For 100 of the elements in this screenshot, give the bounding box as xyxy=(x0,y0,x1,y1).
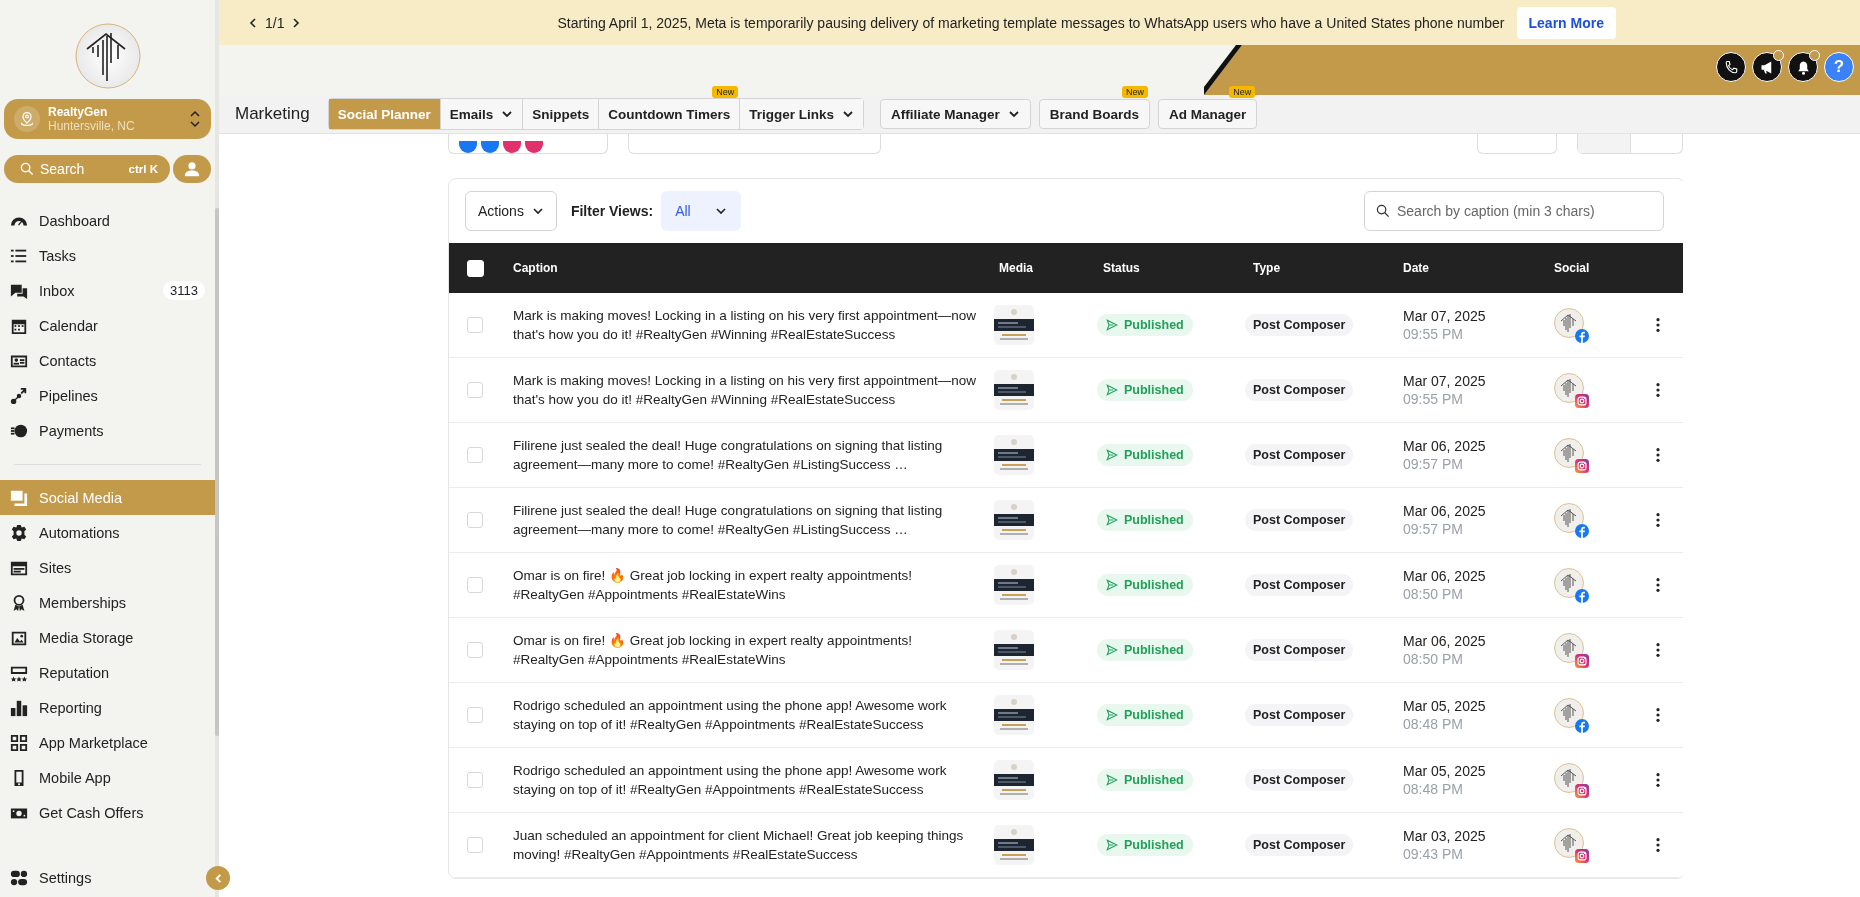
nav-item[interactable]: Tasks xyxy=(0,238,215,273)
more-options-icon[interactable] xyxy=(1654,382,1661,398)
send-icon xyxy=(1106,774,1118,786)
post-date: Mar 06, 2025 xyxy=(1403,633,1487,649)
collapse-button[interactable] xyxy=(206,866,230,890)
avatar-logo xyxy=(1554,698,1584,728)
more-options-icon[interactable] xyxy=(1654,772,1661,788)
actions-dropdown[interactable]: Actions xyxy=(465,191,557,231)
facebook-icon xyxy=(481,141,499,153)
gear-icon xyxy=(10,523,28,542)
status-pill: Published xyxy=(1097,639,1193,661)
nav-item[interactable]: Dashboard xyxy=(0,203,215,238)
nav-item[interactable]: Calendar xyxy=(0,308,215,343)
chevron-left-icon[interactable] xyxy=(247,16,259,29)
caption-text: Omar is on fire! 🔥 Great job locking in expert realty appointments! #RealtyGen #Appointments #RealEstateWins xyxy=(512,632,913,669)
scrollbar[interactable] xyxy=(215,208,219,736)
avatar-logo xyxy=(1554,568,1584,598)
status-pill: Published xyxy=(1097,509,1193,531)
column-header: Caption xyxy=(512,261,559,275)
instagram-icon xyxy=(1575,394,1589,408)
new-badge: New xyxy=(1122,86,1149,98)
platform-filter[interactable] xyxy=(448,134,608,154)
facebook-icon xyxy=(1575,589,1589,603)
nav-item[interactable]: Contacts xyxy=(0,343,215,378)
tab[interactable]: Affiliate Manager xyxy=(880,99,1031,129)
row-checkbox[interactable] xyxy=(467,772,483,788)
row-checkbox[interactable] xyxy=(467,837,483,853)
post-date: Mar 06, 2025 xyxy=(1403,438,1487,454)
status-pill: Published xyxy=(1097,574,1193,596)
tab[interactable]: Snippets xyxy=(523,99,600,129)
more-options-icon[interactable] xyxy=(1654,447,1661,463)
column-header: Date xyxy=(1403,261,1430,275)
type-tag: Post Composer xyxy=(1245,834,1354,856)
tab[interactable]: Brand Boards xyxy=(1038,99,1151,129)
post-time: 09:55 PM xyxy=(1403,391,1464,407)
instagram-icon xyxy=(1575,784,1589,798)
row-checkbox[interactable] xyxy=(467,577,483,593)
nav-item[interactable]: Inbox 3113 xyxy=(0,273,215,308)
account-location: Huntersville, NC xyxy=(48,119,136,133)
more-options-icon[interactable] xyxy=(1654,577,1661,593)
bar-chart-icon xyxy=(10,698,28,717)
type-tag: Post Composer xyxy=(1245,444,1354,466)
more-options-icon[interactable] xyxy=(1654,707,1661,723)
nav-item[interactable]: Automations xyxy=(0,515,215,550)
tab[interactable]: Ad Manager xyxy=(1158,99,1258,129)
post-date: Mar 06, 2025 xyxy=(1403,503,1487,519)
tab[interactable]: Countdown Timers xyxy=(599,99,741,129)
more-options-icon[interactable] xyxy=(1654,837,1661,853)
row-checkbox[interactable] xyxy=(467,512,483,528)
column-header: Social xyxy=(1554,261,1591,275)
tab[interactable]: Emails xyxy=(440,99,524,129)
new-badge: New xyxy=(712,86,739,98)
page-title: Marketing xyxy=(235,104,310,124)
nav-item[interactable]: Settings xyxy=(0,860,190,895)
avatar-logo xyxy=(1554,763,1584,793)
caption-search-field[interactable]: Search by caption (min 3 chars) xyxy=(1364,191,1664,231)
nav-item[interactable]: Memberships xyxy=(0,585,215,620)
row-checkbox[interactable] xyxy=(467,382,483,398)
instagram-icon xyxy=(1575,654,1589,668)
nav-item[interactable]: App Marketplace xyxy=(0,725,215,760)
avatar-logo xyxy=(1554,373,1584,403)
filter-views-dropdown[interactable]: All xyxy=(661,191,741,231)
banner-message: Starting April 1, 2025, Meta is temporarily pausing delivery of marketing template messages to WhatsApp users who have a United States phone number xyxy=(557,14,1505,31)
send-icon xyxy=(1106,514,1118,526)
select-all-checkbox[interactable] xyxy=(466,259,484,277)
caption-text: Juan scheduled an appointment for client Michael! Great job keeping things moving! #RealtyGen #Appointments #RealEstateSuccess xyxy=(512,827,965,864)
tab[interactable]: Trigger Links xyxy=(740,99,864,129)
more-options-icon[interactable] xyxy=(1654,512,1661,528)
profile-button[interactable] xyxy=(173,155,211,183)
column-header: Media xyxy=(999,261,1034,275)
instagram-icon xyxy=(525,141,543,153)
learn-more-button[interactable]: Learn More xyxy=(1516,6,1616,39)
status-pill: Published xyxy=(1097,704,1193,726)
nav-item[interactable]: Pipelines xyxy=(0,378,215,413)
nav-item[interactable]: Mobile App xyxy=(0,760,215,795)
grid-icon xyxy=(10,733,28,752)
row-checkbox[interactable] xyxy=(467,707,483,723)
more-options-icon[interactable] xyxy=(1654,317,1661,333)
nav-item[interactable]: Payments xyxy=(0,413,215,448)
view-toggle[interactable] xyxy=(1577,134,1683,154)
date-range-field[interactable] xyxy=(628,134,881,154)
nav-item[interactable]: Sites xyxy=(0,550,215,585)
caption-text: Omar is on fire! 🔥 Great job locking in expert realty appointments! #RealtyGen #Appointments #RealEstateWins xyxy=(512,567,913,604)
notification-dot xyxy=(1809,50,1820,61)
row-checkbox[interactable] xyxy=(467,447,483,463)
avatar-logo xyxy=(1554,308,1584,338)
nav-item[interactable]: Reputation xyxy=(0,655,215,690)
nav-item[interactable]: Media Storage xyxy=(0,620,215,655)
type-tag: Post Composer xyxy=(1245,704,1354,726)
row-checkbox[interactable] xyxy=(467,317,483,333)
nav-item[interactable]: Get Cash Offers xyxy=(0,795,215,830)
nav-item[interactable]: Reporting xyxy=(0,690,215,725)
chevron-updown-icon xyxy=(189,109,201,129)
send-icon xyxy=(1106,384,1118,396)
phone-icon xyxy=(1723,59,1739,75)
row-checkbox[interactable] xyxy=(467,642,483,658)
more-options-icon[interactable] xyxy=(1654,642,1661,658)
status-pill: Published xyxy=(1097,444,1193,466)
type-tag: Post Composer xyxy=(1245,574,1354,596)
settings-icon xyxy=(10,868,28,887)
